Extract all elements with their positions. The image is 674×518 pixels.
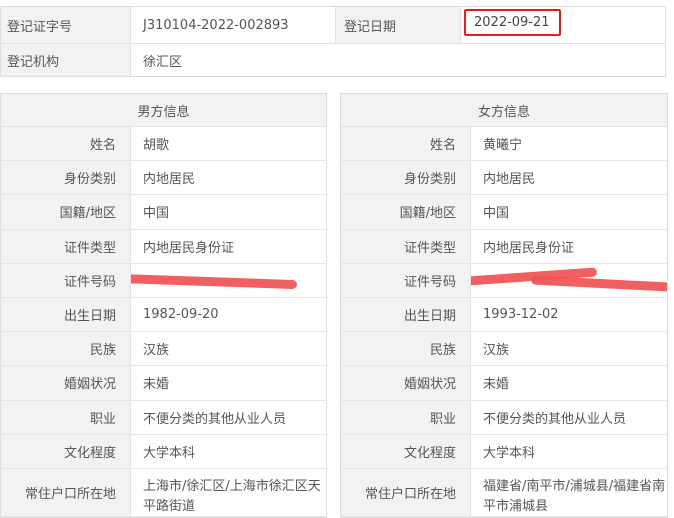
registration-row-2: 登记机构 徐汇区	[1, 44, 665, 76]
reg-date-label: 登记日期	[336, 7, 461, 43]
field-label: 证件类型	[341, 229, 471, 263]
field-label: 婚姻状况	[1, 366, 131, 400]
reg-no-label: 登记证字号	[1, 7, 131, 43]
field-value: 不便分类的其他从业人员	[143, 411, 287, 427]
field-value: 汉族	[143, 343, 170, 359]
field-label: 职业	[341, 400, 471, 434]
field-label: 文化程度	[341, 434, 471, 468]
field-value: 黄曦宁	[483, 138, 523, 154]
field-label: 姓名	[1, 127, 131, 161]
reg-date-highlight: 2022-09-21	[464, 9, 561, 36]
table-row: 职业 不便分类的其他从业人员	[341, 400, 667, 435]
reg-org-label: 登记机构	[1, 44, 131, 76]
table-row: 身份类别 内地居民	[1, 161, 326, 196]
field-label: 婚姻状况	[341, 366, 471, 400]
field-label: 身份类别	[341, 161, 471, 195]
field-label: 常住户口所在地	[341, 468, 471, 516]
registration-row-1: 登记证字号 J310104-2022-002893 登记日期 2022-09-2…	[1, 7, 665, 44]
redaction-mark	[131, 273, 298, 289]
table-row: 民族 汉族	[1, 332, 326, 367]
table-row: 婚姻状况 未婚	[1, 366, 326, 401]
id-number-redacted	[131, 264, 326, 297]
reg-no-value: J310104-2022-002893	[131, 7, 336, 43]
field-label: 国籍/地区	[341, 195, 471, 229]
field-value: 大学本科	[143, 445, 196, 461]
id-number-redacted	[471, 264, 667, 297]
table-row: 出生日期 1993-12-02	[341, 297, 667, 333]
reg-date-value: 2022-09-21	[474, 15, 550, 30]
field-label: 民族	[1, 332, 131, 366]
field-label: 姓名	[341, 127, 471, 161]
female-info-title: 女方信息	[341, 94, 667, 127]
field-value: 内地居民身份证	[143, 240, 235, 256]
field-value: 未婚	[143, 377, 170, 393]
table-row: 证件号码	[341, 263, 667, 298]
table-row: 出生日期 1982-09-20	[1, 297, 326, 333]
field-label: 职业	[1, 400, 131, 434]
field-value: 福建省/南平市/浦城县/福建省南平市浦城县	[483, 478, 666, 514]
table-row: 文化程度 大学本科	[1, 434, 326, 469]
field-label: 文化程度	[1, 434, 131, 468]
table-row: 国籍/地区 中国	[341, 195, 667, 230]
field-value: 不便分类的其他从业人员	[483, 411, 627, 427]
field-value: 1993-12-02	[483, 307, 559, 323]
redaction-mark	[530, 275, 667, 292]
table-row: 文化程度 大学本科	[341, 434, 667, 469]
field-value: 上海市/徐汇区/上海市徐汇区天平路街道	[143, 478, 321, 514]
field-value: 1982-09-20	[143, 307, 219, 323]
table-row: 职业 不便分类的其他从业人员	[1, 400, 326, 435]
field-value: 大学本科	[483, 445, 536, 461]
field-value: 内地居民	[483, 172, 536, 188]
male-info-title: 男方信息	[1, 94, 326, 127]
field-label: 民族	[341, 332, 471, 366]
reg-date-cell: 2022-09-21	[461, 7, 665, 43]
field-label: 出生日期	[341, 297, 471, 332]
field-value: 内地居民身份证	[483, 240, 575, 256]
field-label: 身份类别	[1, 161, 131, 195]
table-row: 身份类别 内地居民	[341, 161, 667, 196]
table-row: 国籍/地区 中国	[1, 195, 326, 230]
field-label: 证件号码	[1, 263, 131, 297]
field-value: 汉族	[483, 343, 510, 359]
reg-org-value: 徐汇区	[131, 44, 665, 76]
field-label: 证件类型	[1, 229, 131, 263]
field-label: 出生日期	[1, 297, 131, 332]
table-row: 常住户口所在地 上海市/徐汇区/上海市徐汇区天平路街道	[1, 468, 326, 517]
table-row: 证件类型 内地居民身份证	[341, 229, 667, 264]
field-value: 中国	[483, 206, 510, 222]
table-row: 婚姻状况 未婚	[341, 366, 667, 401]
field-label: 证件号码	[341, 263, 471, 297]
table-row: 姓名 胡歌	[1, 127, 326, 162]
field-value: 胡歌	[143, 138, 170, 154]
table-row: 民族 汉族	[341, 332, 667, 367]
registration-summary: 登记证字号 J310104-2022-002893 登记日期 2022-09-2…	[0, 6, 666, 77]
field-label: 常住户口所在地	[1, 468, 131, 516]
table-row: 姓名 黄曦宁	[341, 127, 667, 162]
field-label: 国籍/地区	[1, 195, 131, 229]
table-row: 证件号码	[1, 263, 326, 298]
field-value: 中国	[143, 206, 170, 222]
table-row: 证件类型 内地居民身份证	[1, 229, 326, 264]
table-row: 常住户口所在地 福建省/南平市/浦城县/福建省南平市浦城县	[341, 468, 667, 517]
field-value: 未婚	[483, 377, 510, 393]
female-info-panel: 女方信息 姓名 黄曦宁 身份类别 内地居民 国籍/地区 中国 证件类型 内地居民…	[340, 93, 668, 518]
male-info-panel: 男方信息 姓名 胡歌 身份类别 内地居民 国籍/地区 中国 证件类型 内地居民身…	[0, 93, 327, 518]
field-value: 内地居民	[143, 172, 196, 188]
